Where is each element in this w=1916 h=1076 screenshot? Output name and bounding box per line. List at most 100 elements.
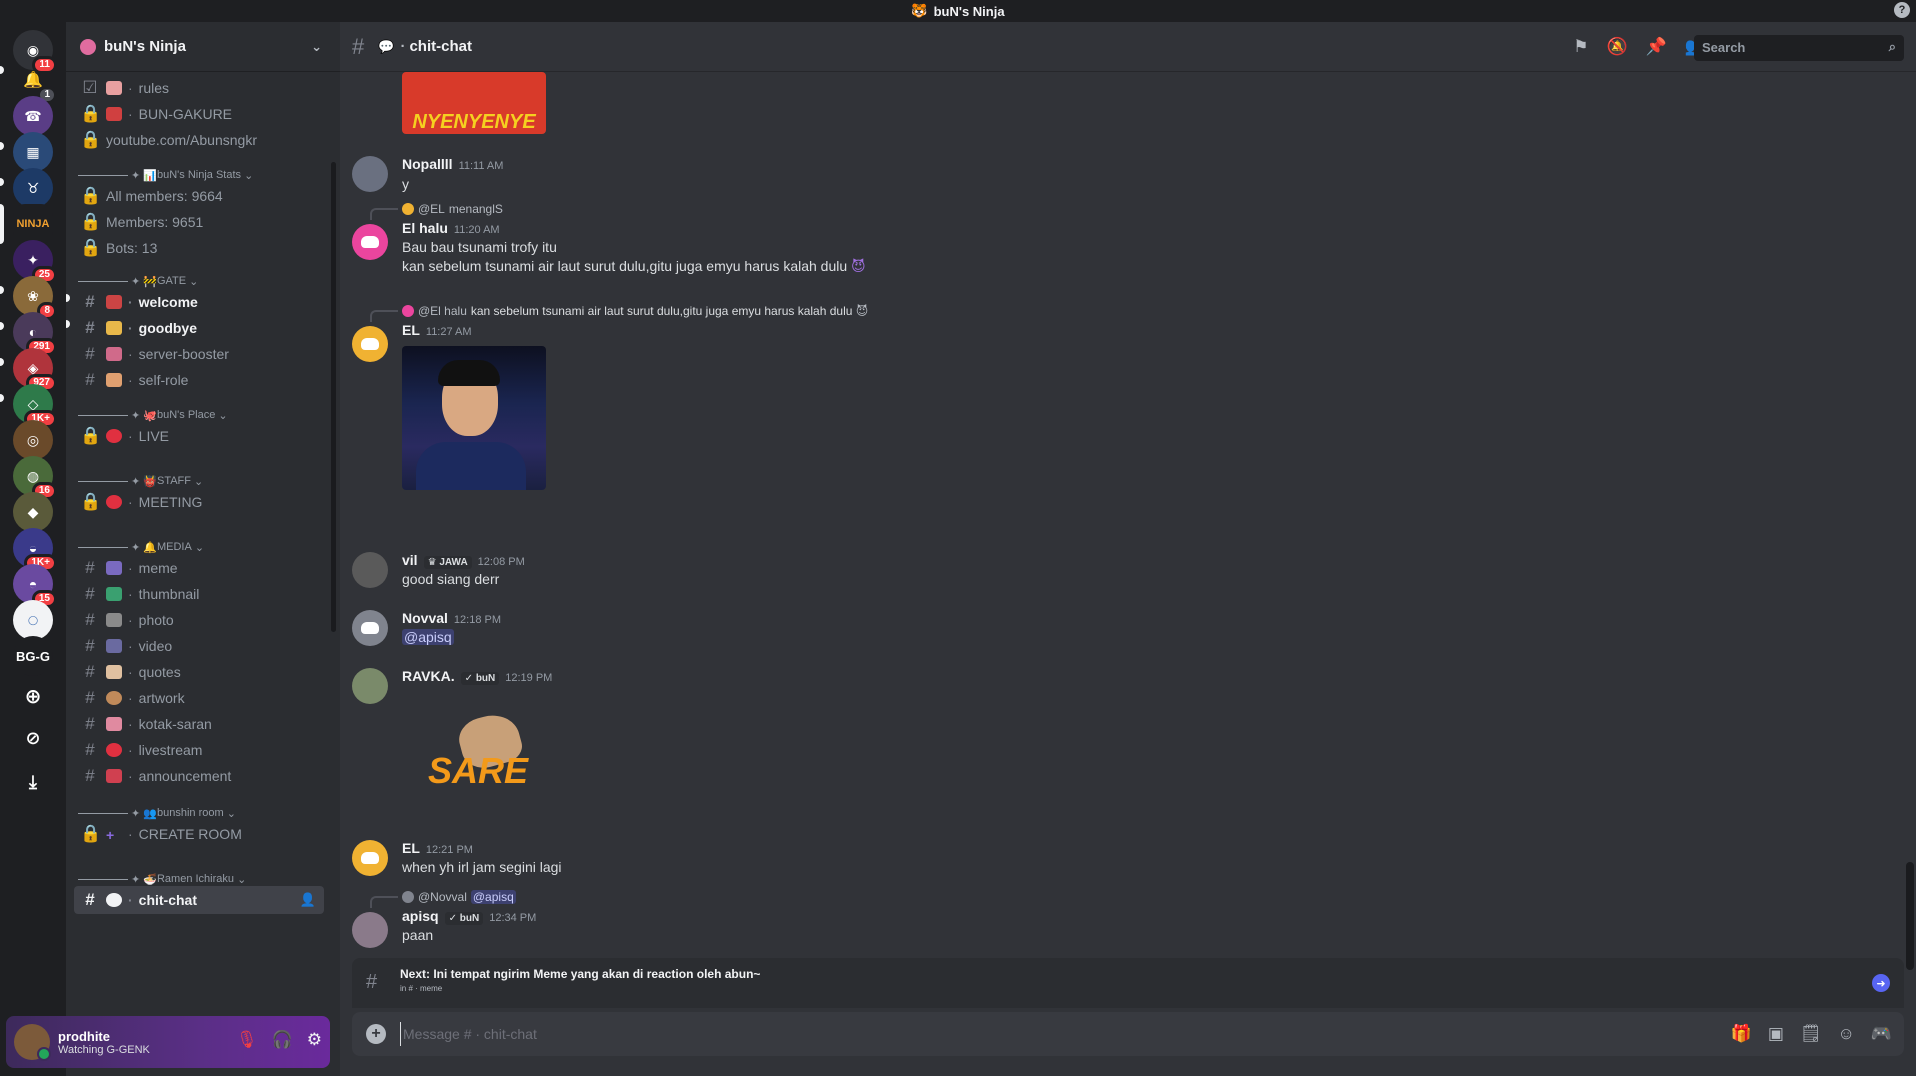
emoji-icon: [106, 769, 122, 783]
hash-icon: #: [85, 344, 95, 363]
channel-label: rules: [138, 80, 170, 96]
channel-kotak-saran[interactable]: # · kotak-saran: [74, 710, 324, 738]
headphones-icon[interactable]: 🎧: [272, 1030, 293, 1050]
channel-create-room[interactable]: 🔒 + · CREATE ROOM: [74, 820, 324, 848]
hash-icon: #: [85, 636, 95, 655]
channel-youtube[interactable]: 🔒 youtube.com/Abunsngkr: [74, 126, 324, 154]
guild-header[interactable]: buN's Ninja ⌄: [66, 22, 340, 72]
channel-goodbye[interactable]: # · goodbye: [74, 314, 324, 342]
channel-video[interactable]: # · video: [74, 632, 324, 660]
channel-server-booster[interactable]: # · server-booster: [74, 340, 324, 368]
avatar[interactable]: [352, 552, 388, 588]
avatar[interactable]: [352, 156, 388, 192]
reply-preview[interactable]: @El halu kan sebelum tsunami air laut sur…: [402, 304, 868, 318]
sticker-icon[interactable]: 🗒: [1800, 1024, 1822, 1044]
emoji-icon: [106, 665, 122, 679]
emoji-icon: [106, 107, 122, 121]
channel-meme[interactable]: # · meme: [74, 554, 324, 582]
server-icon[interactable]: ✦ 25: [13, 240, 57, 284]
channel-rules[interactable]: ☑ · rules: [74, 74, 324, 102]
message-author[interactable]: El halu: [402, 220, 448, 236]
channel-members[interactable]: 🔒 Members: 9651: [74, 208, 324, 236]
avatar[interactable]: [352, 912, 388, 948]
add-server-icon[interactable]: ⊕: [13, 676, 53, 716]
download-icon[interactable]: ⤓: [13, 762, 53, 802]
gear-icon[interactable]: ⚙: [307, 1030, 322, 1050]
chat-scrollbar[interactable]: [1906, 862, 1914, 970]
server-icon[interactable]: ▦: [13, 132, 53, 172]
avatar[interactable]: [14, 1024, 51, 1061]
server-icon-buns-ninja[interactable]: NINJA: [13, 204, 53, 244]
next-channel-banner[interactable]: # Next: Ini tempat ngirim Meme yang akan…: [352, 958, 1904, 1008]
message-author[interactable]: EL: [402, 840, 420, 856]
server-icon[interactable]: ◇ 1K+: [13, 384, 57, 428]
message-author[interactable]: Novval: [402, 610, 448, 626]
gif-icon[interactable]: ▣: [1768, 1024, 1784, 1044]
server-icon-bg-g[interactable]: BG-G: [13, 636, 53, 676]
user-mention[interactable]: @apisq: [402, 629, 454, 645]
server-icon[interactable]: ◍ 16: [13, 456, 57, 500]
channel-chit-chat[interactable]: # · chit-chat 👤: [74, 886, 324, 914]
server-icon[interactable]: ◯: [13, 600, 53, 640]
avatar[interactable]: [352, 840, 388, 876]
avatar[interactable]: [352, 224, 388, 260]
bell-icon[interactable]: 🔔 1: [13, 60, 57, 104]
server-icon[interactable]: ◓ 15: [13, 564, 57, 608]
message-text: paan: [402, 927, 434, 943]
server-icon[interactable]: ❀ 8: [13, 276, 57, 320]
channel-self-role[interactable]: # · self-role: [74, 366, 324, 394]
discover-icon[interactable]: ⊘: [13, 718, 53, 758]
add-member-icon[interactable]: 👤: [300, 892, 316, 908]
emoji-icon: [106, 347, 122, 361]
message-image[interactable]: NYENYENYE: [402, 72, 546, 134]
arrow-right-icon[interactable]: ➜: [1872, 974, 1890, 992]
unread-pip: [0, 178, 4, 186]
emoji-picker-icon[interactable]: ☺: [1837, 1024, 1854, 1044]
help-icon[interactable]: ?: [1894, 2, 1910, 18]
threads-icon[interactable]: ⚑: [1573, 37, 1588, 57]
channel-announcement[interactable]: # · announcement: [74, 762, 324, 790]
server-icon[interactable]: ◆: [13, 492, 53, 532]
server-icon[interactable]: ◐ 291: [13, 312, 57, 356]
avatar[interactable]: [352, 326, 388, 362]
channel-all-members[interactable]: 🔒 All members: 9664: [74, 182, 324, 210]
channel-artwork[interactable]: # · artwork: [74, 684, 324, 712]
channel-thumbnail[interactable]: # · thumbnail: [74, 580, 324, 608]
gift-icon[interactable]: 🎁: [1731, 1024, 1752, 1044]
channel-bots[interactable]: 🔒 Bots: 13: [74, 234, 324, 262]
add-attachment-button[interactable]: +: [366, 1024, 386, 1044]
server-icon[interactable]: ◈ 927: [13, 348, 57, 392]
message-image[interactable]: [402, 346, 546, 490]
channel-meeting[interactable]: 🔒 · MEETING: [74, 488, 324, 516]
message-author[interactable]: Nopallll: [402, 156, 453, 172]
server-icon[interactable]: ◒ 1K+: [13, 528, 57, 572]
sidebar-scrollbar[interactable]: [331, 162, 336, 632]
activities-icon[interactable]: 🎮: [1871, 1024, 1892, 1044]
channel-livestream[interactable]: # · livestream: [74, 736, 324, 764]
channel-bun-gakure[interactable]: 🔒 · BUN-GAKURE: [74, 100, 324, 128]
reply-preview[interactable]: @EL menanglS: [402, 202, 503, 216]
message-author[interactable]: apisq: [402, 908, 439, 924]
avatar[interactable]: [352, 668, 388, 704]
photo-hair: [438, 360, 500, 386]
message-author[interactable]: RAVKA.: [402, 668, 455, 684]
message-sticker[interactable]: SARE: [402, 712, 546, 808]
mic-muted-icon[interactable]: 🎙: [236, 1030, 258, 1050]
search-input[interactable]: Search ⌕: [1694, 35, 1904, 61]
server-icon[interactable]: ♉: [13, 168, 53, 208]
message-author[interactable]: EL: [402, 322, 420, 338]
reply-preview[interactable]: @Novval @apisq: [402, 890, 516, 904]
channel-quotes[interactable]: # · quotes: [74, 658, 324, 686]
pin-icon[interactable]: 📌: [1646, 37, 1667, 57]
channel-welcome[interactable]: # · welcome: [74, 288, 324, 316]
notification-muted-icon[interactable]: 🔕: [1606, 37, 1627, 57]
window-title: buN's Ninja: [933, 3, 1005, 19]
server-icon[interactable]: ☎: [13, 96, 53, 136]
server-icon[interactable]: ◎: [13, 420, 53, 460]
message-author[interactable]: vil: [402, 552, 418, 568]
avatar[interactable]: [352, 610, 388, 646]
channel-photo[interactable]: # · photo: [74, 606, 324, 634]
message-input[interactable]: [400, 1022, 1700, 1046]
channel-live[interactable]: 🔒 · LIVE: [74, 422, 324, 450]
unread-pip: [0, 286, 4, 294]
